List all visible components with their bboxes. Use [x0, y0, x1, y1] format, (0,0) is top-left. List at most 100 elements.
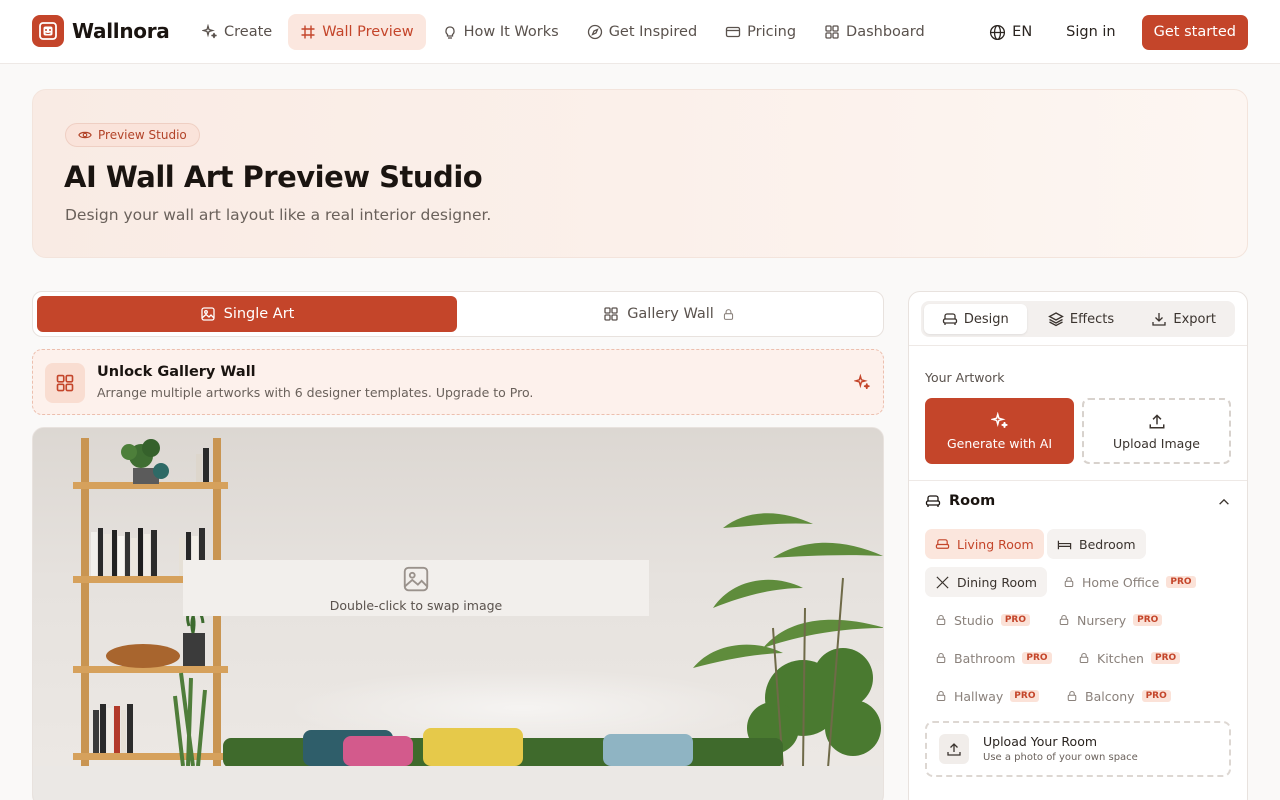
- grid-icon: [604, 307, 618, 321]
- upload-icon: [1149, 413, 1164, 428]
- lightbulb-icon: [444, 26, 455, 39]
- swap-image-hint: Double-click to swap image: [329, 597, 503, 613]
- room-chip-bathroom[interactable]: Bathroom PRO: [925, 643, 1062, 673]
- lock-icon: [936, 652, 946, 664]
- lock-icon: [936, 614, 946, 626]
- tab-label: Effects: [1069, 311, 1115, 327]
- upload-your-room-button[interactable]: Upload Your Room Use a photo of your own…: [925, 721, 1231, 777]
- palm-plant-wrapper: [653, 428, 883, 768]
- button-label: Generate with AI: [946, 435, 1053, 451]
- language-label: EN: [1012, 24, 1033, 40]
- chip-label: Kitchen: [1097, 650, 1144, 666]
- chip-label: Hallway: [954, 688, 1004, 704]
- unlock-subtitle: Arrange multiple artworks with 6 designe…: [97, 385, 534, 400]
- room-chip-living-room[interactable]: Living Room: [925, 529, 1044, 559]
- brand-name: Wallnora: [72, 19, 170, 43]
- brand[interactable]: Wallnora: [32, 15, 170, 47]
- top-navbar: Wallnora Create Wall Preview How It Work…: [0, 0, 1280, 64]
- room-chip-dining-room[interactable]: Dining Room: [925, 567, 1047, 597]
- artwork-placeholder[interactable]: Double-click to swap image: [183, 560, 649, 616]
- chip-label: Bathroom: [954, 650, 1016, 666]
- nav-item-pricing[interactable]: Pricing: [713, 14, 808, 50]
- chip-label: Balcony: [1085, 688, 1135, 704]
- panel-tabs: Design Effects Export: [921, 301, 1235, 337]
- unlock-gallery-banner[interactable]: Unlock Gallery Wall Arrange multiple art…: [32, 349, 884, 415]
- lock-icon: [1079, 652, 1089, 664]
- pro-badge: PRO: [1010, 690, 1040, 702]
- room-chip-home-office[interactable]: Home Office PRO: [1053, 567, 1206, 597]
- nav-item-label: How It Works: [463, 24, 559, 40]
- tab-export[interactable]: Export: [1132, 301, 1235, 337]
- image-icon: [200, 307, 215, 321]
- generate-with-ai-button[interactable]: Generate with AI: [925, 398, 1074, 464]
- badge-label: Preview Studio: [98, 128, 187, 142]
- chip-label: Dining Room: [957, 574, 1037, 590]
- sparkles-icon: [202, 24, 217, 39]
- chip-label: Bedroom: [1079, 536, 1136, 552]
- chip-label: Studio: [954, 612, 994, 628]
- grid-icon: [45, 363, 85, 403]
- compass-icon: [587, 24, 602, 40]
- utensils-icon: [936, 575, 949, 589]
- nav-item-create[interactable]: Create: [190, 14, 284, 50]
- room-chip-hallway[interactable]: Hallway PRO: [925, 681, 1049, 711]
- room-section-header[interactable]: Room: [925, 493, 995, 509]
- chevron-up-icon[interactable]: [1217, 495, 1231, 509]
- upload-room-subtitle: Use a photo of your own space: [983, 752, 1138, 763]
- tab-label: Gallery Wall: [627, 306, 714, 322]
- nav-item-label: Get Inspired: [608, 24, 698, 40]
- chip-label: Living Room: [957, 536, 1034, 552]
- pro-badge: PRO: [1166, 576, 1196, 588]
- tab-label: Export: [1173, 311, 1216, 327]
- image-icon: [403, 566, 429, 591]
- sofa-icon: [925, 495, 941, 507]
- tab-effects[interactable]: Effects: [1030, 301, 1133, 337]
- bed-icon: [1057, 540, 1072, 549]
- unlock-title: Unlock Gallery Wall: [97, 364, 256, 380]
- lock-icon: [1064, 576, 1074, 588]
- lock-icon: [1059, 614, 1069, 626]
- sofa-icon: [942, 313, 958, 325]
- room-chip-studio[interactable]: Studio PRO: [925, 605, 1040, 635]
- nav-item-label: Pricing: [747, 24, 797, 40]
- room-chip-kitchen[interactable]: Kitchen PRO: [1068, 643, 1190, 673]
- button-label: Upload Image: [1113, 435, 1200, 451]
- tab-label: Single Art: [223, 306, 295, 322]
- lock-icon: [723, 308, 733, 320]
- logo-icon: [32, 15, 64, 47]
- room-chip-bedroom[interactable]: Bedroom: [1047, 529, 1146, 559]
- upload-icon: [939, 734, 969, 764]
- get-started-button[interactable]: Get started: [1141, 14, 1248, 50]
- pro-badge: PRO: [1141, 690, 1171, 702]
- stage-floor: [33, 766, 883, 800]
- nav-item-how-it-works[interactable]: How It Works: [430, 14, 571, 50]
- nav-item-wall-preview[interactable]: Wall Preview: [288, 14, 426, 50]
- globe-icon: [990, 24, 1006, 40]
- divider: [909, 480, 1247, 481]
- room-chip-balcony[interactable]: Balcony PRO: [1056, 681, 1181, 711]
- divider: [909, 345, 1247, 346]
- nav-item-dashboard[interactable]: Dashboard: [812, 14, 937, 50]
- room-section-title: Room: [949, 493, 996, 509]
- nav-item-get-inspired[interactable]: Get Inspired: [575, 14, 709, 50]
- tab-single-art[interactable]: Single Art: [37, 296, 457, 332]
- pro-badge: PRO: [1150, 652, 1181, 664]
- tab-gallery-wall[interactable]: Gallery Wall: [457, 296, 881, 332]
- language-selector[interactable]: EN: [981, 14, 1040, 50]
- page-subtitle: Design your wall art layout like a real …: [65, 206, 492, 224]
- download-icon: [1152, 313, 1167, 326]
- layers-icon: [1048, 312, 1064, 327]
- upload-image-button[interactable]: Upload Image: [1082, 398, 1231, 464]
- pro-badge: PRO: [1000, 614, 1031, 626]
- room-preview-canvas[interactable]: Double-click to swap image: [32, 427, 884, 800]
- page-title: AI Wall Art Preview Studio: [64, 160, 483, 194]
- sign-in-link[interactable]: Sign in: [1054, 14, 1127, 50]
- tab-label: Design: [963, 311, 1009, 327]
- sofa-icon: [935, 538, 950, 549]
- room-chip-nursery[interactable]: Nursery PRO: [1048, 605, 1172, 635]
- grid-icon: [825, 25, 839, 39]
- tab-design[interactable]: Design: [924, 304, 1027, 334]
- sofa: [223, 728, 783, 768]
- lock-icon: [936, 690, 946, 702]
- hero-banner: Preview Studio AI Wall Art Preview Studi…: [32, 89, 1248, 258]
